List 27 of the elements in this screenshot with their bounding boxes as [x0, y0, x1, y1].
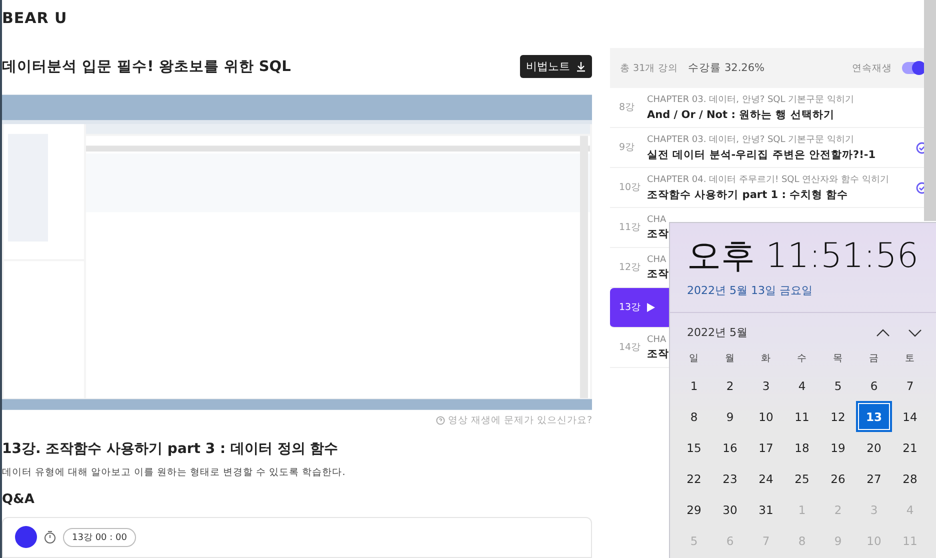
chapter-label: CHA — [647, 214, 666, 224]
weekday-label: 수 — [796, 352, 808, 366]
lecture-title: 조작함수 사용하기 part 1 : 수치형 함수 — [647, 188, 848, 202]
lecture-title: 조작 — [647, 346, 669, 360]
weekday-label: 금 — [868, 352, 880, 366]
qa-heading: Q&A — [2, 492, 36, 507]
progress-text: 수강률 32.26% — [688, 61, 765, 75]
chapter-label: CHAPTER 03. 데이터, 안녕? SQL 기본구문 익히기 — [647, 134, 854, 146]
weekday-label: 토 — [904, 352, 916, 366]
chapter-label: CHA — [647, 334, 666, 344]
lesson-description: 데이터 유형에 대해 알아보고 이를 원하는 형태로 변경할 수 있도록 학습한다. — [2, 466, 346, 479]
autoplay-label: 연속재생 — [852, 62, 892, 74]
lesson-title: 13강. 조작함수 사용하기 part 3 : 데이터 정의 함수 — [2, 440, 340, 458]
weekday-label: 월 — [724, 352, 736, 366]
chapter-label: CHAPTER 04. 데이터 주무르기! SQL 연산자와 함수 익히기 — [647, 174, 889, 186]
weekday-label: 화 — [760, 352, 772, 366]
course-title: 데이터분석 입문 필수! 왕초보를 위한 SQL — [2, 58, 291, 76]
clock-time: 오후 11:51:56 — [687, 235, 919, 278]
chapter-label: CHA — [647, 254, 666, 264]
lecture-count: 총 31개 강의 — [620, 62, 678, 74]
weekday-label: 목 — [832, 352, 844, 366]
chapter-label: CHAPTER 03. 데이터, 안녕? SQL 기본구문 익히기 — [647, 94, 854, 106]
lecture-title: 실전 데이터 분석-우리집 주변은 안전할까?!-1 — [647, 148, 876, 162]
lecture-title: 조작 — [647, 266, 669, 280]
lecture-title: And / Or / Not : 원하는 행 선택하기 — [647, 108, 834, 122]
weekday-label: 일 — [688, 352, 700, 366]
lecture-title: 조작 — [647, 226, 669, 240]
